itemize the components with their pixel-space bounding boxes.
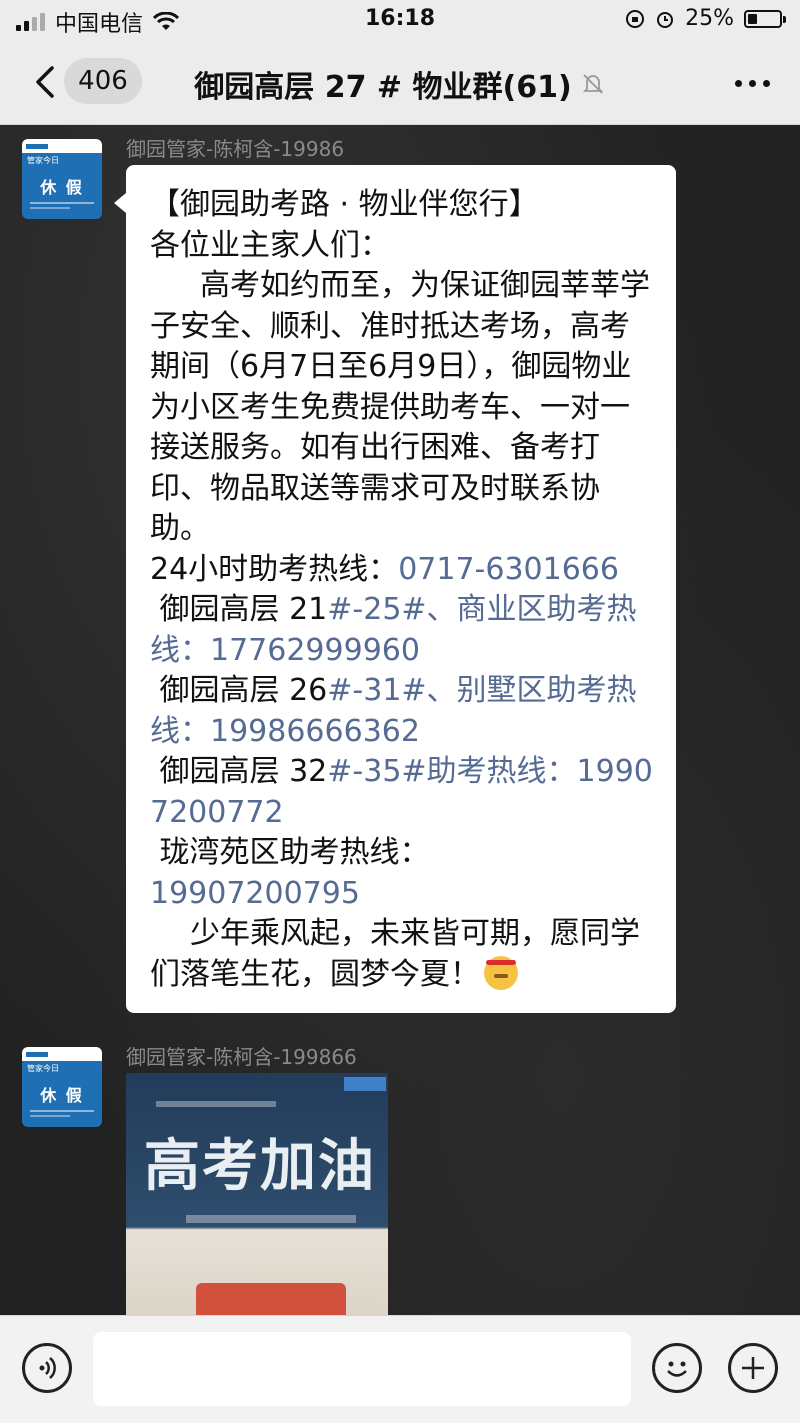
hotline-area-1: 御园高层 21#-25#、商业区助考热线：17762999960 xyxy=(150,590,654,671)
area-4-label: 珑湾苑区助考热线： xyxy=(150,835,430,870)
message-item: 管家今日 休 假 御园管家-陈柯含-19986 【御园助考路 · 物业伴您行】 … xyxy=(0,125,800,1025)
hotline-area-4: 珑湾苑区助考热线： 19907200795 xyxy=(150,833,654,914)
avatar-main-text: 休 假 xyxy=(40,178,84,197)
voice-input-icon[interactable] xyxy=(22,1343,72,1393)
message-body: 高考如约而至，为保证御园莘莘学子安全、顺利、准时抵达考场，高考期间（6月7日至6… xyxy=(150,266,654,550)
hotline-label: 24小时助考热线： xyxy=(150,551,399,587)
chat-area[interactable]: 管家今日 休 假 御园管家-陈柯含-19986 【御园助考路 · 物业伴您行】 … xyxy=(0,125,800,1315)
avatar-subtitle: 管家今日 xyxy=(27,156,59,165)
battery-percent: 25% xyxy=(685,6,734,31)
chat-header: 406 御园高层 27 # 物业群(61) xyxy=(0,40,800,125)
message-closing: 少年乘风起，未来皆可期，愿同学们落笔生花，圆梦今夏！ xyxy=(150,914,654,995)
chat-title: 御园高层 27 # 物业群(61) xyxy=(194,70,572,105)
message-greeting: 各位业主家人们： xyxy=(150,227,390,263)
emoji-icon xyxy=(484,955,518,990)
add-more-icon[interactable] xyxy=(728,1343,778,1393)
hotline-area-2: 御园高层 26#-31#、别墅区助考热线：19986666362 xyxy=(150,671,654,752)
input-bar xyxy=(0,1315,800,1423)
sender-name: 御园管家-陈柯含-19986 xyxy=(126,137,345,161)
area-3-prefix: 御园高层 32 xyxy=(150,754,328,789)
avatar-main-text: 休 假 xyxy=(40,1086,84,1105)
status-bar: 中国电信 16:18 25% xyxy=(0,0,800,40)
area-4-number-link[interactable]: 19907200795 xyxy=(150,876,360,911)
image-badge xyxy=(344,1077,386,1091)
image-caption-bar xyxy=(156,1101,276,1107)
battery-icon xyxy=(744,9,786,28)
area-2-prefix: 御园高层 26 xyxy=(150,673,328,708)
back-icon[interactable] xyxy=(28,60,64,104)
alarm-icon xyxy=(657,11,674,28)
sender-name: 御园管家-陈柯含-199866 xyxy=(126,1045,357,1069)
image-illustration xyxy=(196,1283,346,1315)
message-body-text: 高考如约而至，为保证御园莘莘学子安全、顺利、准时抵达考场，高考期间（6月7日至6… xyxy=(150,268,650,546)
message-title: 【御园助考路 · 物业伴您行】 xyxy=(150,187,539,222)
message-input[interactable] xyxy=(93,1332,631,1406)
message-bubble[interactable]: 【御园助考路 · 物业伴您行】 各位业主家人们： 高考如约而至，为保证御园莘莘学… xyxy=(114,165,676,1013)
hotline-number-link[interactable]: 0717-6301666 xyxy=(398,552,619,587)
more-options-icon[interactable] xyxy=(735,80,770,87)
hotline-area-3: 御园高层 32#-35#助考热线：19907200772 xyxy=(150,752,654,833)
hotline-line: 24小时助考热线：0717-6301666 xyxy=(150,550,654,591)
closing-text: 少年乘风起，未来皆可期，愿同学们落笔生花，圆梦今夏！ xyxy=(150,916,640,992)
message-item: 管家今日 休 假 御园管家-陈柯含-199866 高考加油 xyxy=(0,1035,800,1315)
emoji-button-icon[interactable] xyxy=(652,1343,702,1393)
unread-count-badge[interactable]: 406 xyxy=(64,58,142,104)
status-right: 25% xyxy=(625,6,786,31)
mute-bell-icon xyxy=(582,74,603,94)
image-headline: 高考加油 xyxy=(144,1133,376,1199)
avatar-subtitle: 管家今日 xyxy=(27,1064,59,1073)
image-subline-bar xyxy=(186,1215,356,1223)
image-message[interactable]: 高考加油 xyxy=(126,1073,388,1315)
orientation-lock-icon xyxy=(626,9,645,28)
avatar[interactable]: 管家今日 休 假 xyxy=(22,139,102,219)
avatar[interactable]: 管家今日 休 假 xyxy=(22,1047,102,1127)
chat-title-group: 御园高层 27 # 物业群(61) xyxy=(150,62,650,106)
area-1-prefix: 御园高层 21 xyxy=(150,592,328,627)
